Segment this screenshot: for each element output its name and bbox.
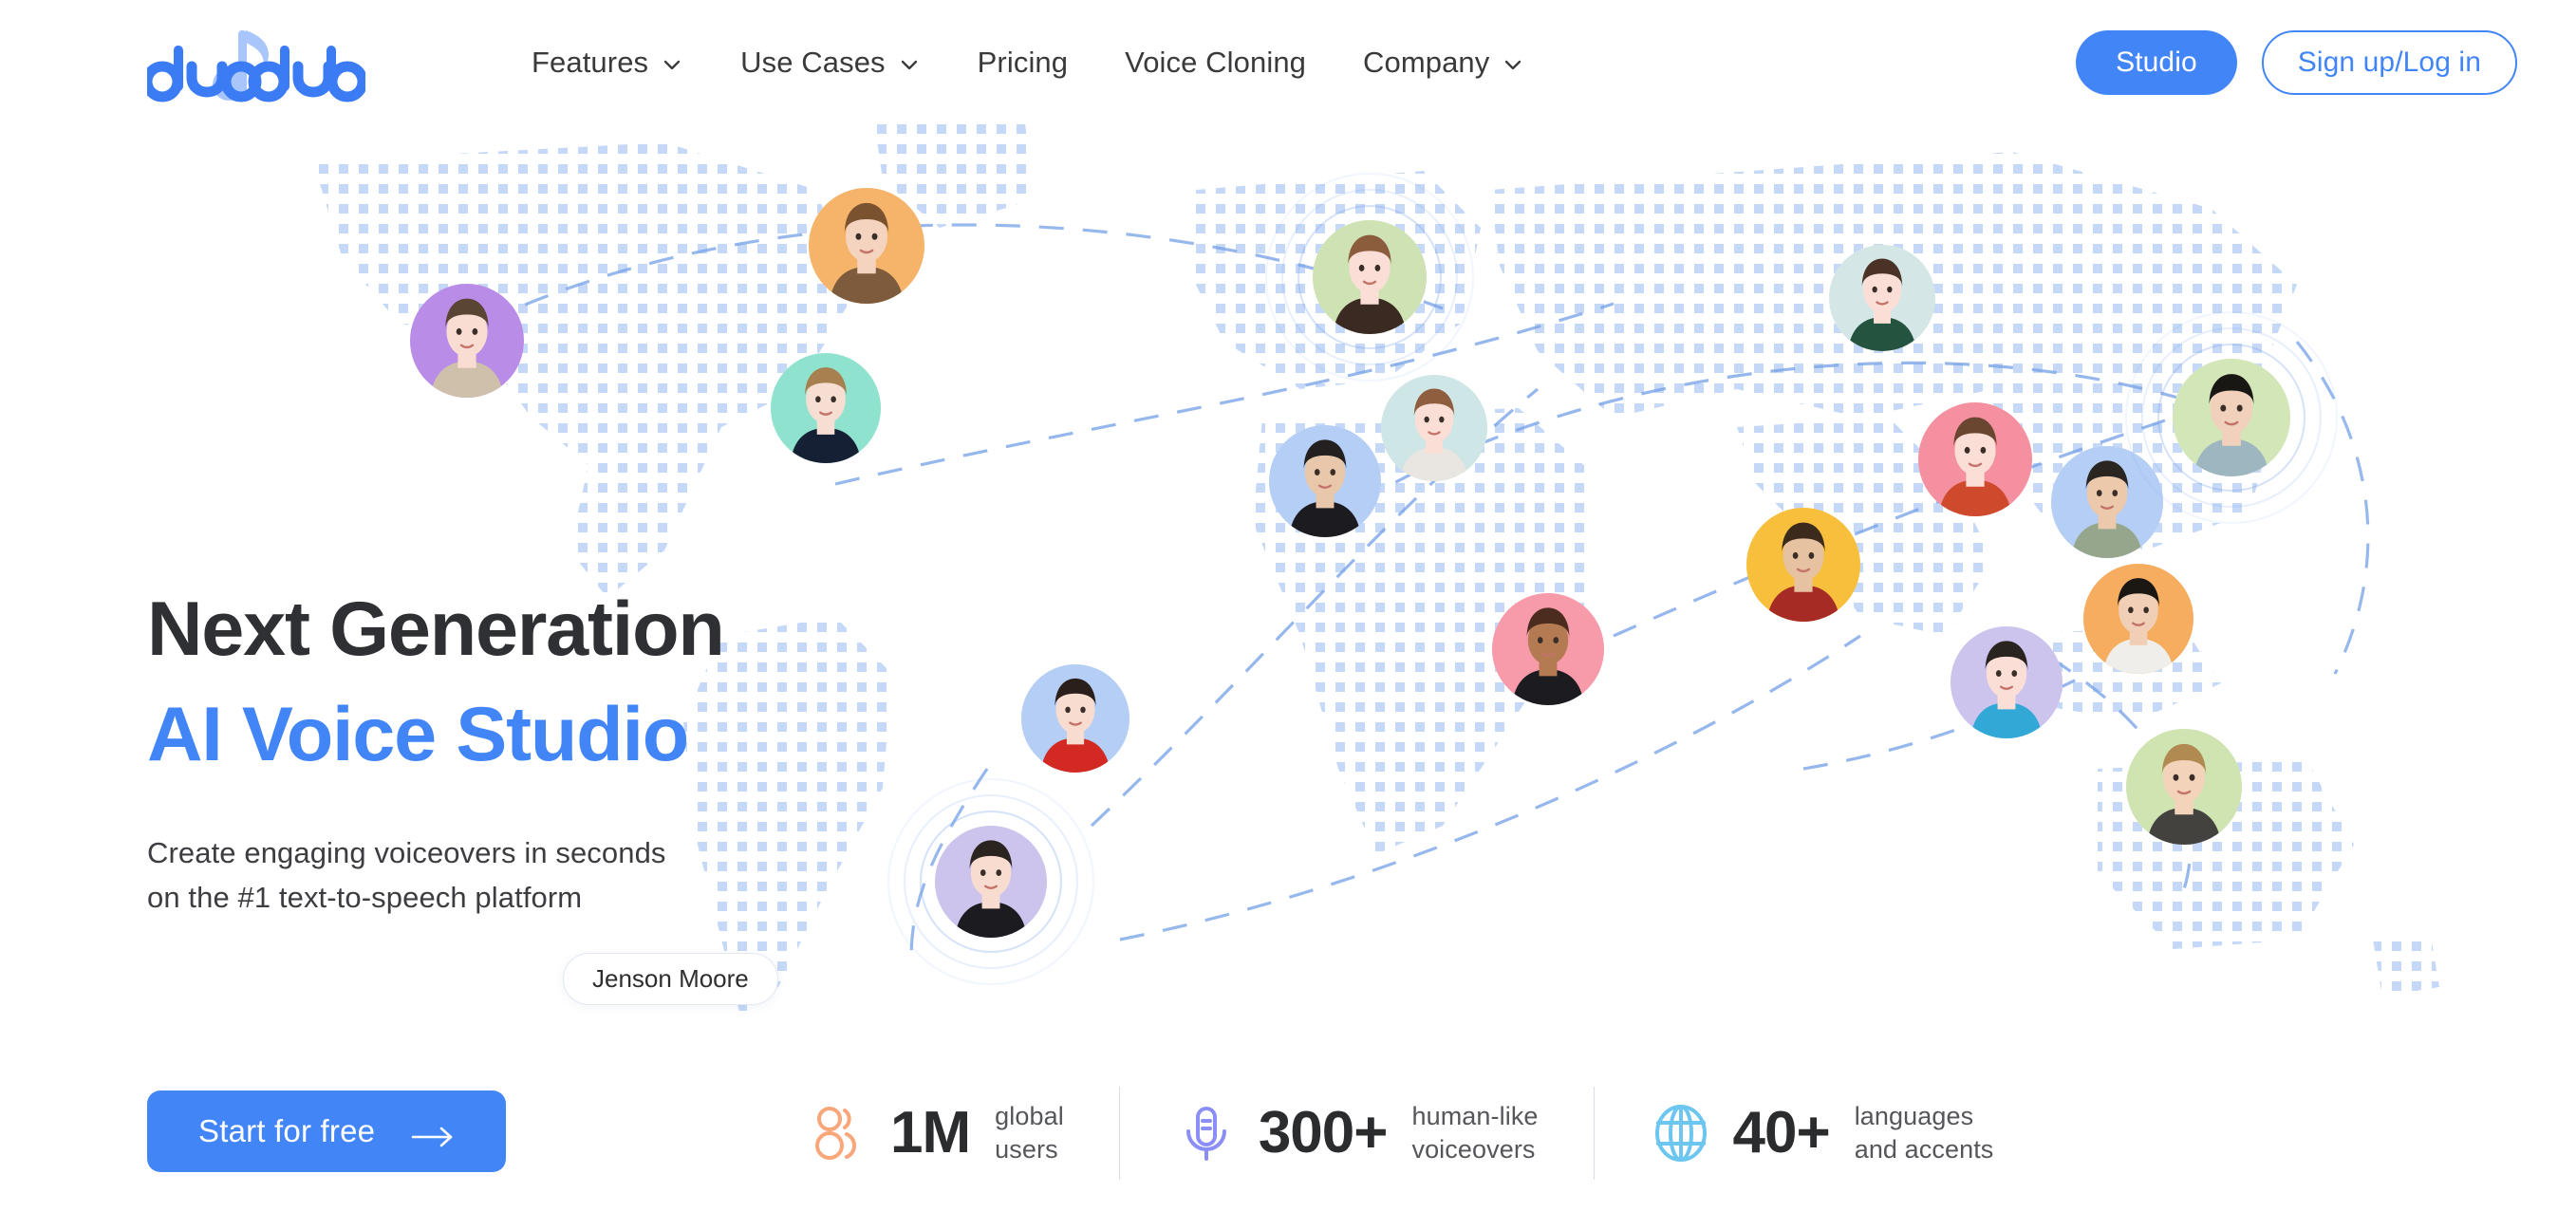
users-icon [807, 1102, 869, 1165]
nav-item-features[interactable]: Features [503, 46, 712, 80]
avatar-north-america-man-orange[interactable] [809, 188, 924, 304]
nav-label: Pricing [977, 45, 1069, 79]
studio-button[interactable]: Studio [2076, 29, 2237, 95]
stat-label: human-like voiceovers [1411, 1100, 1538, 1165]
avatar-china-woman-lavender[interactable] [1951, 626, 2063, 738]
avatar-africa-woman-pink[interactable] [1492, 593, 1604, 705]
hero-title-line1: Next Generation [147, 587, 725, 672]
avatar-jenson-moore-teal[interactable] [771, 353, 881, 463]
avatar-spain-man-hat[interactable] [1269, 425, 1381, 537]
stat-label: languages and accents [1855, 1100, 1994, 1165]
avatar-korea-man-hat[interactable] [2051, 446, 2163, 558]
avatar-name-tooltip[interactable]: Jenson Moore [563, 953, 778, 1005]
nav-item-company[interactable]: Company [1335, 46, 1553, 80]
avatar-india-woman-gold[interactable] [1746, 508, 1860, 622]
start-for-free-button[interactable]: Start for free [147, 1090, 507, 1172]
avatar-japan-man-green[interactable] [2173, 359, 2290, 476]
avatar-south-america-woman-red[interactable] [1021, 664, 1129, 773]
stat-label-line2: and accents [1854, 1135, 1994, 1164]
stat-value: 300+ [1258, 1100, 1389, 1165]
stat-label-line1: human-like [1411, 1102, 1539, 1131]
stat-global-users: 1M global users [807, 1100, 1119, 1165]
avatar-asia-man-orange[interactable] [2083, 564, 2193, 674]
nav-label: Company [1363, 45, 1490, 79]
nav-item-voice-cloning[interactable]: Voice Cloning [1096, 46, 1335, 80]
chevron-down-icon [661, 53, 683, 76]
nav-label: Features [532, 45, 649, 79]
chevron-down-icon [1502, 53, 1524, 76]
chevron-down-icon [898, 53, 921, 76]
microphone-icon [1175, 1102, 1238, 1165]
site-header: Features Use Cases Pricing Voice Cloning… [0, 0, 2576, 124]
stat-label-line2: voiceovers [1411, 1135, 1536, 1164]
stat-value: 1M [890, 1100, 971, 1165]
dupdub-letters [147, 46, 365, 102]
stat-languages-and-accents: 40+ languages and accents [1595, 1100, 2049, 1165]
header-actions: Studio Sign up/Log in [2076, 0, 2517, 124]
stat-label-line2: users [995, 1135, 1058, 1164]
hero-subtitle-line2: on the #1 text-to-speech platform [147, 881, 583, 915]
dupdub-wordmark-icon [147, 30, 365, 102]
dupdub-logo[interactable] [147, 25, 365, 110]
stat-label-line1: languages [1854, 1102, 1974, 1131]
hero-text-block: Next Generation AI Voice Studio Create e… [147, 587, 725, 920]
nav-label: Use Cases [740, 45, 886, 79]
cta-label: Start for free [198, 1113, 376, 1148]
avatar-europe-woman-green[interactable] [1313, 220, 1427, 334]
hero-subtitle-line1: Create engaging voiceovers in seconds [147, 835, 666, 869]
globe-icon [1650, 1102, 1712, 1165]
signup-login-button[interactable]: Sign up/Log in [2261, 29, 2517, 95]
avatar-europe-woman-blue[interactable] [1381, 375, 1487, 481]
main-navigation: Features Use Cases Pricing Voice Cloning… [503, 0, 1553, 124]
arrow-right-icon [411, 1120, 455, 1147]
stat-label-line1: global [995, 1102, 1064, 1131]
stats-row: 1M global users 300+ human-like voiceove… [807, 1087, 2048, 1180]
avatar-china-woman-red[interactable] [1918, 402, 2032, 516]
stat-label: global users [995, 1100, 1064, 1165]
avatar-oceania-man-suit[interactable] [2126, 729, 2242, 845]
avatar-south-america-woman-flower[interactable] [935, 826, 1047, 938]
hero-title-line2: AI Voice Studio [147, 692, 689, 778]
landing-page: Jenson Moore Features Use Cases Pricing … [0, 0, 2576, 1230]
avatar-asia-woman-dark[interactable] [1829, 245, 1935, 351]
avatar-europe-woman-purple[interactable] [410, 284, 524, 398]
stat-value: 40+ [1732, 1100, 1831, 1165]
nav-item-pricing[interactable]: Pricing [949, 46, 1096, 80]
nav-label: Voice Cloning [1125, 45, 1306, 79]
nav-item-use-cases[interactable]: Use Cases [712, 46, 949, 80]
stat-human-like-voiceovers: 300+ human-like voiceovers [1120, 1100, 1594, 1165]
